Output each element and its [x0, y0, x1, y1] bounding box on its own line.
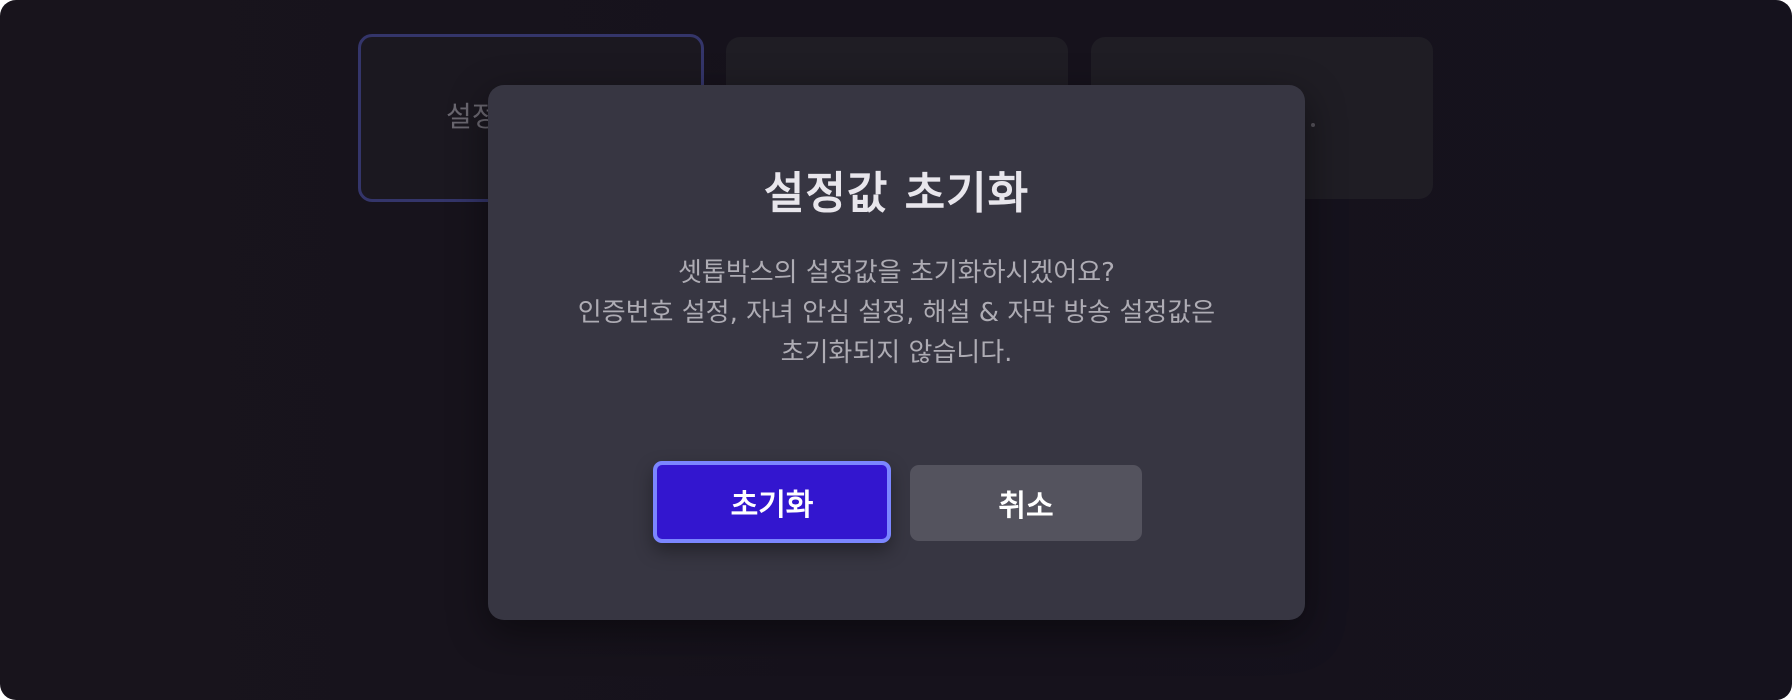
cancel-button[interactable]: 취소 — [910, 465, 1142, 541]
dialog-message-line: 셋톱박스의 설정값을 초기화하시겠어요? — [678, 258, 1115, 288]
dialog-message-line: 인증번호 설정, 자녀 안심 설정, 해설 & 자막 방송 설정값은 — [577, 298, 1216, 328]
dialog-message: 셋톱박스의 설정값을 초기화하시겠어요? 인증번호 설정, 자녀 안심 설정, … — [488, 253, 1305, 373]
dialog-message-line: 초기화되지 않습니다. — [780, 338, 1013, 368]
reset-settings-dialog: 설정값 초기화 셋톱박스의 설정값을 초기화하시겠어요? 인증번호 설정, 자녀… — [488, 85, 1305, 620]
dialog-title: 설정값 초기화 — [763, 168, 1030, 219]
background-card-text-fragment — [1311, 123, 1315, 127]
reset-confirm-button[interactable]: 초기화 — [653, 461, 891, 543]
tv-screen: 설정 설정값 초기화 셋톱박스의 설정값을 초기화하시겠어요? 인증번호 설정,… — [0, 0, 1792, 700]
